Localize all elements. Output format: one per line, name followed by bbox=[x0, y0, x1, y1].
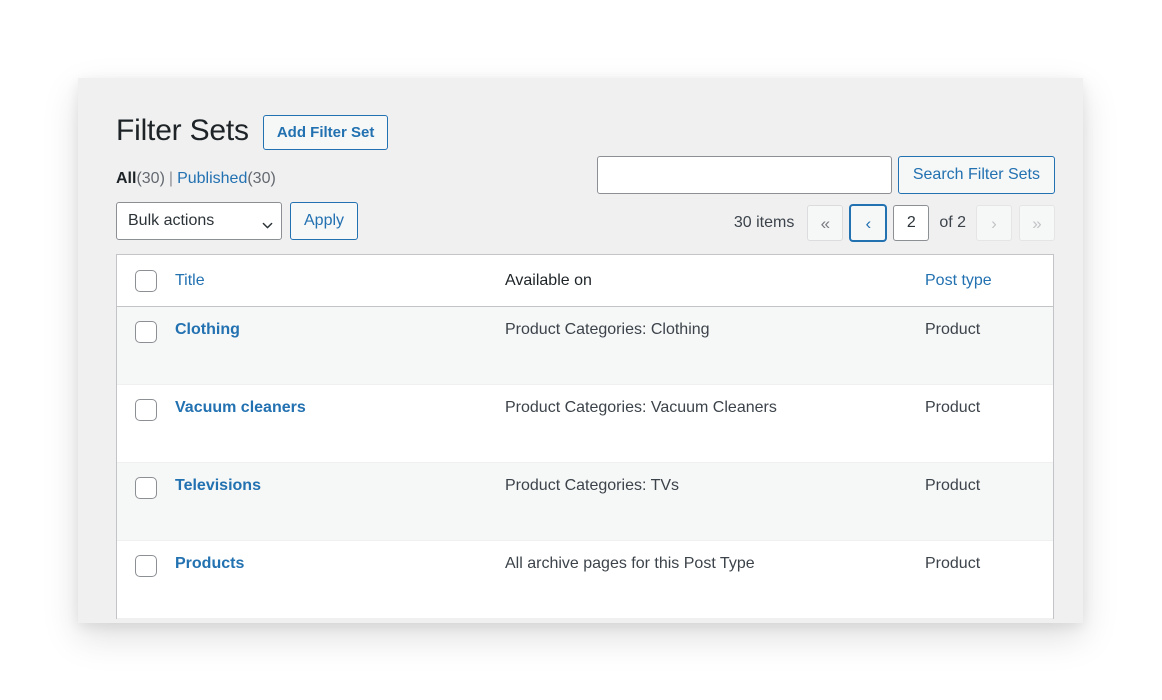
table-row: Products All archive pages for this Post… bbox=[117, 541, 1053, 619]
row-select-checkbox[interactable] bbox=[135, 477, 157, 499]
row-available-on-cell: Product Categories: Vacuum Cleaners bbox=[505, 385, 925, 463]
table-row: Vacuum cleaners Product Categories: Vacu… bbox=[117, 385, 1053, 463]
displaying-num: 30 items bbox=[734, 214, 794, 232]
total-pages-label: of 2 bbox=[936, 214, 969, 232]
column-header-available-on: Available on bbox=[505, 255, 925, 307]
row-post-type-cell: Product bbox=[925, 541, 1053, 619]
view-all-count: (30) bbox=[136, 170, 164, 187]
row-title-cell: Clothing bbox=[175, 307, 505, 385]
add-filter-set-button[interactable]: Add Filter Set bbox=[263, 115, 389, 150]
search-filter-sets-button[interactable]: Search Filter Sets bbox=[898, 156, 1055, 194]
table-head: Title Available on Post type bbox=[117, 255, 1053, 307]
row-post-type-cell: Product bbox=[925, 385, 1053, 463]
row-available-on-cell: Product Categories: Clothing bbox=[505, 307, 925, 385]
page-root: Filter Sets Add Filter Set All(30)|Publi… bbox=[0, 0, 1162, 700]
apply-button[interactable]: Apply bbox=[290, 202, 358, 240]
table-row: Televisions Product Categories: TVs Prod… bbox=[117, 463, 1053, 541]
row-post-type-cell: Product bbox=[925, 463, 1053, 541]
page-header: Filter Sets Add Filter Set bbox=[116, 110, 1083, 150]
current-page-input[interactable] bbox=[893, 205, 929, 241]
row-select-checkbox[interactable] bbox=[135, 321, 157, 343]
table-row: Clothing Product Categories: Clothing Pr… bbox=[117, 307, 1053, 385]
view-published-count: (30) bbox=[247, 170, 275, 187]
search-box: Search Filter Sets bbox=[597, 156, 1055, 194]
row-title-link[interactable]: Vacuum cleaners bbox=[175, 399, 306, 416]
row-title-cell: Vacuum cleaners bbox=[175, 385, 505, 463]
row-title-link[interactable]: Televisions bbox=[175, 477, 261, 494]
column-header-checkbox bbox=[117, 255, 175, 307]
row-title-link[interactable]: Products bbox=[175, 555, 244, 572]
row-select-checkbox[interactable] bbox=[135, 555, 157, 577]
search-input[interactable] bbox=[597, 156, 892, 194]
column-header-post-type-link[interactable]: Post type bbox=[925, 272, 992, 289]
row-checkbox-cell bbox=[117, 385, 175, 463]
views-separator: | bbox=[165, 170, 177, 187]
next-page-button: › bbox=[976, 205, 1012, 241]
select-all-checkbox[interactable] bbox=[135, 270, 157, 292]
filter-sets-card: Filter Sets Add Filter Set All(30)|Publi… bbox=[78, 78, 1083, 623]
filter-sets-table: Title Available on Post type bbox=[116, 254, 1054, 619]
view-all-label[interactable]: All bbox=[116, 170, 136, 187]
last-page-button: » bbox=[1019, 205, 1055, 241]
column-header-post-type: Post type bbox=[925, 255, 1053, 307]
row-available-on-cell: All archive pages for this Post Type bbox=[505, 541, 925, 619]
row-title-link[interactable]: Clothing bbox=[175, 321, 240, 338]
view-published-label[interactable]: Published bbox=[177, 170, 247, 187]
prev-page-button[interactable]: ‹ bbox=[850, 205, 886, 241]
pagination: 30 items « ‹ of 2 › » bbox=[734, 202, 1055, 244]
table-header-row: Title Available on Post type bbox=[117, 255, 1053, 307]
card-content: Filter Sets Add Filter Set All(30)|Publi… bbox=[78, 78, 1083, 619]
column-header-title-link[interactable]: Title bbox=[175, 272, 205, 289]
row-title-cell: Products bbox=[175, 541, 505, 619]
bulk-actions-selected-label: Bulk actions bbox=[128, 212, 214, 230]
row-select-checkbox[interactable] bbox=[135, 399, 157, 421]
first-page-button[interactable]: « bbox=[807, 205, 843, 241]
bulk-actions-select[interactable]: Bulk actions bbox=[116, 202, 282, 240]
column-header-title: Title bbox=[175, 255, 505, 307]
table-body: Clothing Product Categories: Clothing Pr… bbox=[117, 307, 1053, 619]
row-post-type-cell: Product bbox=[925, 307, 1053, 385]
row-available-on-cell: Product Categories: TVs bbox=[505, 463, 925, 541]
row-title-cell: Televisions bbox=[175, 463, 505, 541]
column-header-available-on-label: Available on bbox=[505, 272, 592, 289]
page-title: Filter Sets bbox=[116, 114, 249, 147]
table-nav-top: Bulk actions Apply 30 items « ‹ of 2 bbox=[116, 202, 1083, 244]
row-checkbox-cell bbox=[117, 463, 175, 541]
row-checkbox-cell bbox=[117, 307, 175, 385]
row-checkbox-cell bbox=[117, 541, 175, 619]
chevron-down-icon bbox=[262, 218, 271, 227]
